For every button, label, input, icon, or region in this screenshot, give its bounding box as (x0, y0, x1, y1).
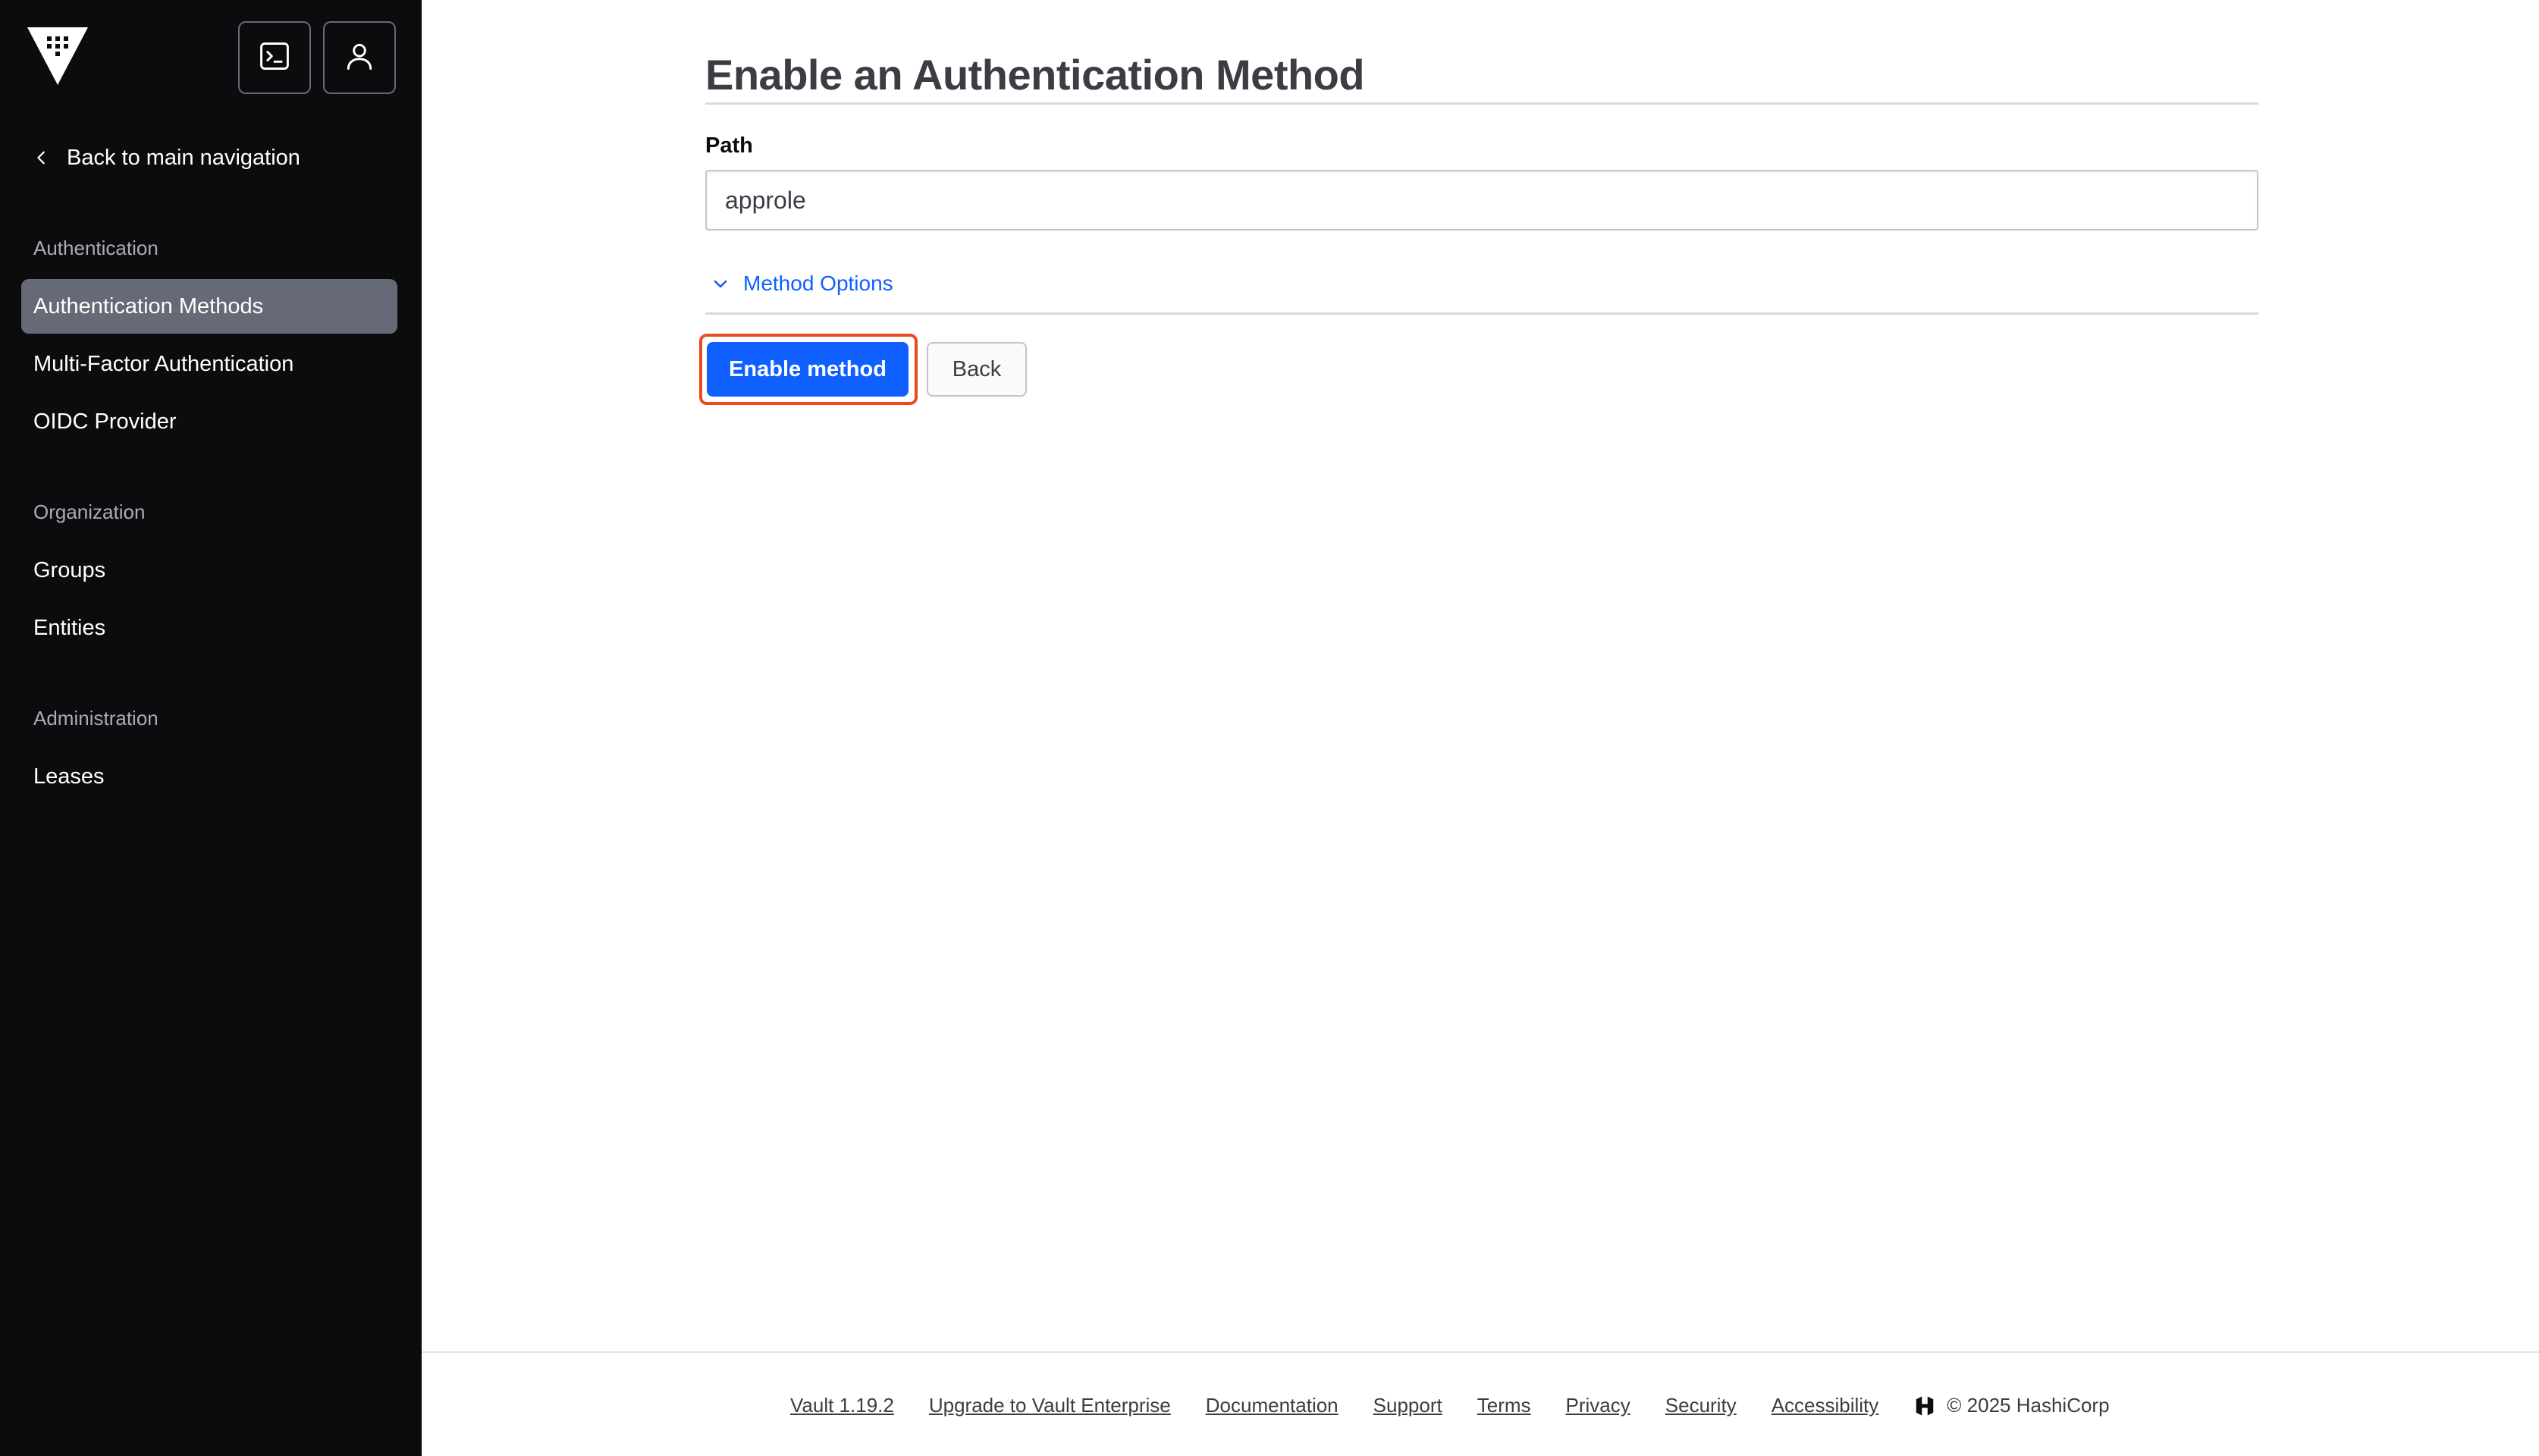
footer-link-version[interactable]: Vault 1.19.2 (790, 1394, 894, 1417)
footer-link-accessibility[interactable]: Accessibility (1772, 1394, 1879, 1417)
path-label: Path (705, 133, 753, 158)
copyright: © 2025 HashiCorp (1913, 1394, 2110, 1417)
method-options-label: Method Options (743, 271, 893, 295)
sidebar-item-leases[interactable]: Leases (21, 749, 397, 804)
footer-link-support[interactable]: Support (1373, 1394, 1442, 1417)
hashicorp-logo-icon (1916, 1396, 1934, 1415)
method-options-toggle[interactable]: Method Options (711, 271, 893, 296)
sidebar: Back to main navigation Authentication A… (0, 0, 422, 1456)
sidebar-item-entities[interactable]: Entities (21, 601, 397, 655)
footer-links: Vault 1.19.2 Upgrade to Vault Enterprise… (790, 1394, 2110, 1417)
footer-link-upgrade[interactable]: Upgrade to Vault Enterprise (929, 1394, 1171, 1417)
section-title-administration: Administration (33, 707, 158, 730)
main-content: Enable an Authentication Method Path Met… (422, 0, 2539, 1351)
section-title-organization: Organization (33, 500, 146, 523)
footer: Vault 1.19.2 Upgrade to Vault Enterprise… (422, 1351, 2539, 1456)
user-menu-button[interactable] (323, 21, 396, 94)
section-title-authentication: Authentication (33, 237, 158, 259)
chevron-left-icon (37, 151, 45, 165)
page-title: Enable an Authentication Method (705, 51, 1365, 99)
sidebar-item-multi-factor-authentication[interactable]: Multi-Factor Authentication (21, 337, 397, 391)
terminal-icon (258, 39, 291, 77)
back-to-main-navigation[interactable]: Back to main navigation (33, 141, 300, 174)
footer-link-security[interactable]: Security (1665, 1394, 1737, 1417)
sidebar-item-groups[interactable]: Groups (21, 543, 397, 598)
footer-link-documentation[interactable]: Documentation (1206, 1394, 1339, 1417)
options-divider (705, 312, 2258, 315)
user-icon (343, 39, 376, 77)
console-button[interactable] (238, 21, 311, 94)
footer-link-privacy[interactable]: Privacy (1566, 1394, 1630, 1417)
copyright-text: © 2025 HashiCorp (1947, 1394, 2110, 1417)
chevron-down-icon (714, 280, 727, 288)
sidebar-item-authentication-methods[interactable]: Authentication Methods (21, 279, 397, 334)
footer-link-terms[interactable]: Terms (1477, 1394, 1531, 1417)
title-divider (705, 102, 2258, 105)
path-input[interactable] (705, 170, 2258, 231)
enable-method-button[interactable]: Enable method (707, 342, 909, 397)
sidebar-item-oidc-provider[interactable]: OIDC Provider (21, 394, 397, 449)
back-button[interactable]: Back (927, 342, 1027, 397)
vault-logo-icon[interactable] (27, 27, 88, 85)
back-nav-label: Back to main navigation (67, 145, 300, 170)
